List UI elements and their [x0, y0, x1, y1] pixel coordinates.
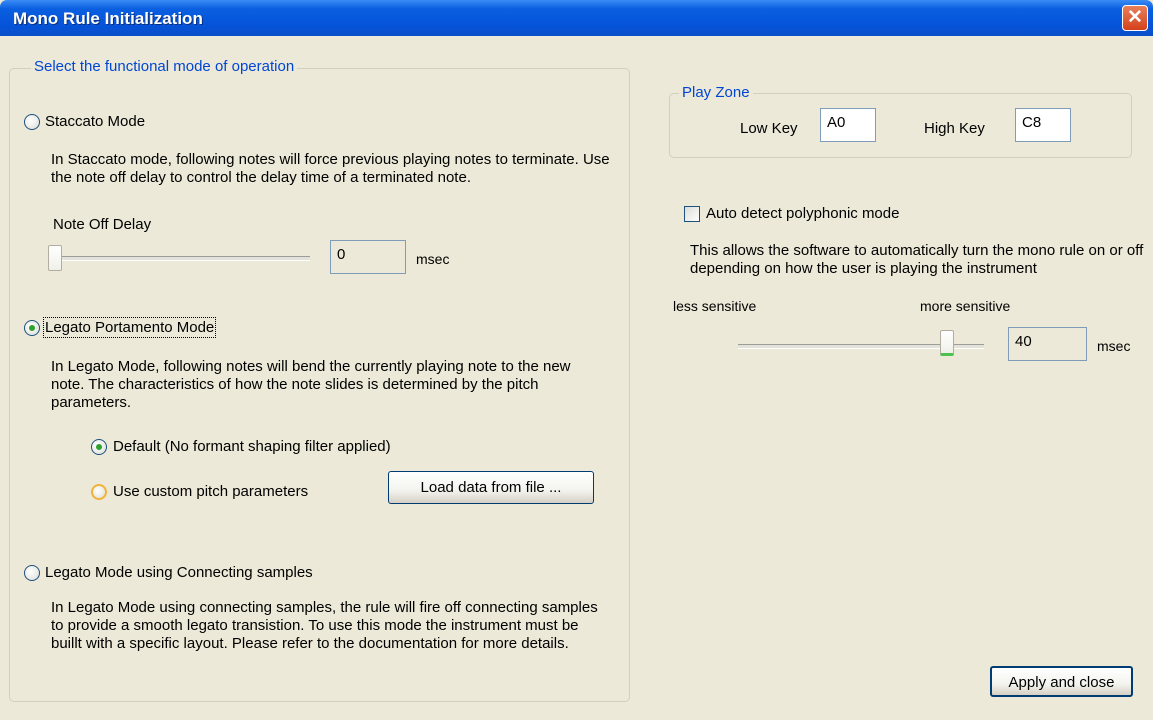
auto-detect-polyphonic-label[interactable]: Auto detect polyphonic mode: [706, 205, 899, 222]
load-data-button[interactable]: Load data from file ...: [388, 471, 594, 504]
staccato-mode-radio[interactable]: [24, 114, 40, 130]
apply-and-close-button[interactable]: Apply and close: [990, 666, 1133, 697]
note-off-delay-field[interactable]: 0: [330, 240, 406, 274]
note-off-delay-unit: msec: [416, 251, 450, 267]
note-off-delay-slider-track[interactable]: [52, 256, 310, 261]
legato-connecting-label[interactable]: Legato Mode using Connecting samples: [45, 564, 313, 581]
low-key-label: Low Key: [740, 120, 798, 137]
high-key-field[interactable]: C8: [1015, 108, 1071, 142]
staccato-description: In Staccato mode, following notes will f…: [51, 151, 610, 186]
legato-connecting-radio[interactable]: [24, 565, 40, 581]
title-bar[interactable]: Mono Rule Initialization ✕: [0, 0, 1153, 36]
mode-group-legend: Select the functional mode of operation: [31, 58, 298, 75]
note-off-delay-slider-thumb[interactable]: [48, 245, 62, 271]
less-sensitive-label: less sensitive: [673, 298, 757, 314]
sensitivity-slider-thumb[interactable]: [940, 330, 955, 356]
legato-portamento-radio[interactable]: [24, 320, 40, 336]
more-sensitive-label: more sensitive: [920, 298, 1011, 314]
sensitivity-field[interactable]: 40: [1008, 327, 1087, 361]
legato-connecting-description: In Legato Mode using connecting samples,…: [51, 599, 598, 652]
staccato-mode-label[interactable]: Staccato Mode: [45, 113, 145, 130]
polyphonic-description: This allows the software to automaticall…: [690, 242, 1144, 277]
dialog-body: Select the functional mode of operation …: [0, 36, 1153, 720]
window-title: Mono Rule Initialization: [13, 9, 203, 28]
default-pitch-label[interactable]: Default (No formant shaping filter appli…: [113, 438, 391, 455]
legato-portamento-label[interactable]: Legato Portamento Mode: [42, 317, 217, 338]
close-button[interactable]: ✕: [1122, 5, 1148, 31]
legato-portamento-description: In Legato Mode, following notes will ben…: [51, 358, 571, 411]
default-pitch-radio[interactable]: [91, 439, 107, 455]
play-zone-legend: Play Zone: [679, 84, 753, 101]
custom-pitch-label[interactable]: Use custom pitch parameters: [113, 483, 308, 500]
custom-pitch-radio[interactable]: [91, 484, 107, 500]
auto-detect-polyphonic-checkbox[interactable]: [684, 206, 700, 222]
low-key-field[interactable]: A0: [820, 108, 876, 142]
note-off-delay-label: Note Off Delay: [53, 216, 152, 233]
high-key-label: High Key: [924, 120, 985, 137]
sensitivity-unit: msec: [1097, 338, 1131, 354]
